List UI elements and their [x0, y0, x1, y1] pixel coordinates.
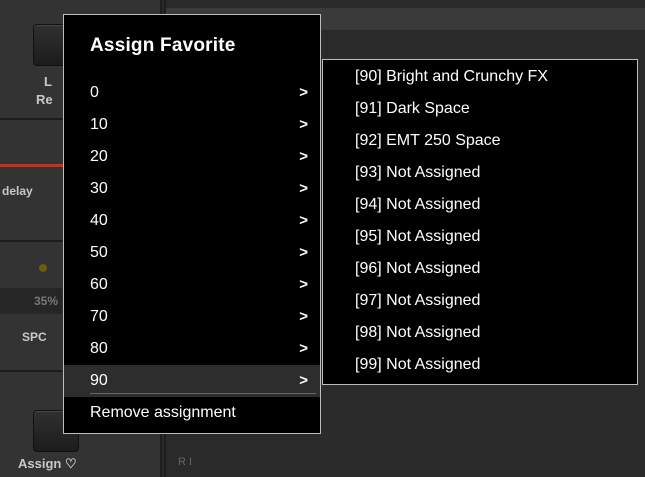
chevron-right-icon: > — [299, 276, 308, 293]
assign-favorite-button[interactable]: Assign ♡ — [18, 456, 77, 472]
menu-item-20[interactable]: 20 > — [64, 141, 320, 173]
accent-line — [0, 164, 70, 167]
menu-item-0[interactable]: 0 > — [64, 77, 320, 109]
menu-item-label: 0 — [90, 84, 99, 101]
menu-item-60[interactable]: 60 > — [64, 269, 320, 301]
delay-label: delay — [2, 184, 33, 198]
favorite-group-list: 0 > 10 > 20 > 30 > 40 > 50 > 60 > 70 > 80 > 90 > — [64, 77, 320, 397]
assign-favorite-menu: Assign Favorite 0 > 10 > 20 > 30 > 40 > 50 > 6… — [63, 14, 321, 434]
chevron-right-icon: > — [299, 372, 308, 389]
menu-item-label: 40 — [90, 212, 108, 229]
favorite-slot-97[interactable]: [97] Not Assigned — [355, 292, 480, 310]
divider — [0, 370, 70, 372]
menu-item-40[interactable]: 40 > — [64, 205, 320, 237]
favorite-slot-96[interactable]: [96] Not Assigned — [355, 260, 480, 278]
indicator-led — [39, 264, 47, 272]
load-label: L — [44, 74, 52, 89]
favorite-slot-92[interactable]: [92] EMT 250 Space — [355, 132, 501, 150]
menu-item-label: 30 — [90, 180, 108, 197]
chevron-right-icon: > — [299, 212, 308, 229]
spc-label: SPC — [22, 330, 47, 344]
menu-title: Assign Favorite — [90, 35, 236, 56]
favorite-slot-98[interactable]: [98] Not Assigned — [355, 324, 480, 342]
channel-indicator: R I — [178, 456, 193, 468]
chevron-right-icon: > — [299, 244, 308, 261]
menu-item-label: 10 — [90, 116, 108, 133]
remove-assignment-item[interactable]: Remove assignment — [90, 404, 236, 422]
menu-item-label: 80 — [90, 340, 108, 357]
menu-item-30[interactable]: 30 > — [64, 173, 320, 205]
favorite-slot-91[interactable]: [91] Dark Space — [355, 100, 470, 118]
menu-item-label: 90 — [90, 372, 108, 389]
menu-divider — [90, 393, 316, 394]
favorite-slot-90[interactable]: [90] Bright and Crunchy FX — [355, 68, 548, 86]
menu-item-label: 50 — [90, 244, 108, 261]
chevron-right-icon: > — [299, 148, 308, 165]
chevron-right-icon: > — [299, 308, 308, 325]
favorite-slot-93[interactable]: [93] Not Assigned — [355, 164, 480, 182]
favorite-slot-95[interactable]: [95] Not Assigned — [355, 228, 480, 246]
chevron-right-icon: > — [299, 340, 308, 357]
menu-item-80[interactable]: 80 > — [64, 333, 320, 365]
menu-item-70[interactable]: 70 > — [64, 301, 320, 333]
favorite-slot-submenu: [90] Bright and Crunchy FX [91] Dark Spa… — [322, 59, 638, 385]
menu-item-label: 70 — [90, 308, 108, 325]
percent-label: 35% — [34, 294, 59, 308]
menu-item-10[interactable]: 10 > — [64, 109, 320, 141]
divider — [0, 118, 70, 120]
menu-item-label: 20 — [90, 148, 108, 165]
favorite-slot-99[interactable]: [99] Not Assigned — [355, 356, 480, 374]
divider — [0, 240, 70, 242]
chevron-right-icon: > — [299, 84, 308, 101]
recall-label: Re — [36, 92, 53, 107]
chevron-right-icon: > — [299, 180, 308, 197]
menu-item-50[interactable]: 50 > — [64, 237, 320, 269]
menu-item-label: 60 — [90, 276, 108, 293]
plugin-right-area — [320, 385, 645, 477]
favorite-slot-94[interactable]: [94] Not Assigned — [355, 196, 480, 214]
chevron-right-icon: > — [299, 116, 308, 133]
